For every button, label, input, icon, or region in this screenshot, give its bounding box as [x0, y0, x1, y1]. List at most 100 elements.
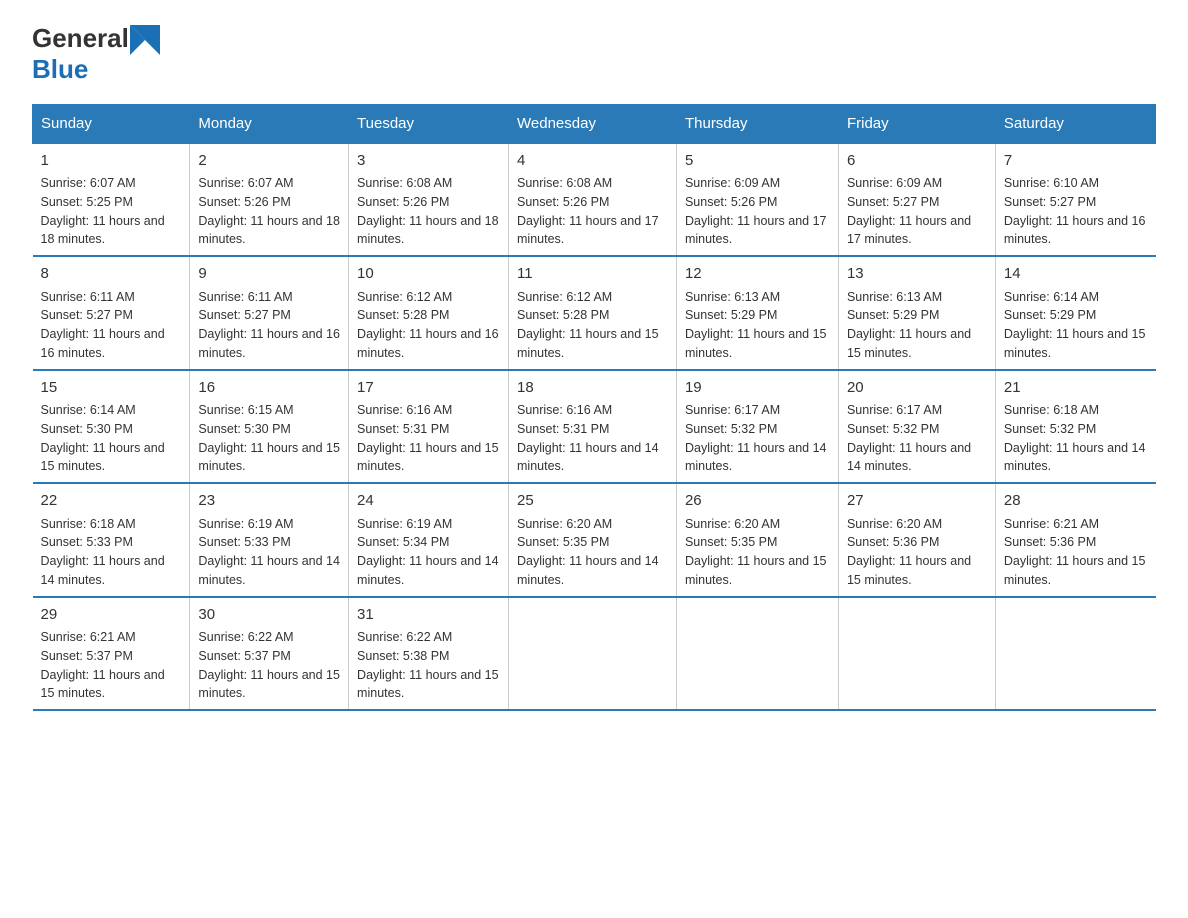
day-number: 26 [685, 490, 830, 513]
day-number: 12 [685, 263, 830, 286]
daylight-text: Daylight: 11 hours and 15 minutes. [685, 554, 827, 587]
daylight-text: Daylight: 11 hours and 18 minutes. [41, 214, 165, 247]
calendar-cell: 23Sunrise: 6:19 AMSunset: 5:33 PMDayligh… [190, 483, 349, 597]
day-number: 15 [41, 377, 182, 400]
sunrise-text: Sunrise: 6:09 AM [685, 176, 780, 190]
calendar-cell [676, 597, 838, 711]
daylight-text: Daylight: 11 hours and 17 minutes. [847, 214, 971, 247]
header-row: SundayMondayTuesdayWednesdayThursdayFrid… [33, 104, 1157, 143]
calendar-cell: 15Sunrise: 6:14 AMSunset: 5:30 PMDayligh… [33, 370, 190, 484]
calendar-cell: 14Sunrise: 6:14 AMSunset: 5:29 PMDayligh… [995, 256, 1156, 370]
calendar-cell: 11Sunrise: 6:12 AMSunset: 5:28 PMDayligh… [509, 256, 677, 370]
sunset-text: Sunset: 5:33 PM [41, 535, 133, 549]
week-row-4: 22Sunrise: 6:18 AMSunset: 5:33 PMDayligh… [33, 483, 1157, 597]
day-number: 21 [1004, 377, 1148, 400]
sunset-text: Sunset: 5:31 PM [357, 422, 449, 436]
sunset-text: Sunset: 5:27 PM [1004, 195, 1096, 209]
logo-icon [130, 25, 160, 55]
sunset-text: Sunset: 5:27 PM [198, 308, 290, 322]
daylight-text: Daylight: 11 hours and 16 minutes. [41, 327, 165, 360]
sunrise-text: Sunrise: 6:20 AM [847, 517, 942, 531]
calendar-cell: 19Sunrise: 6:17 AMSunset: 5:32 PMDayligh… [676, 370, 838, 484]
sunset-text: Sunset: 5:35 PM [685, 535, 777, 549]
calendar-cell: 18Sunrise: 6:16 AMSunset: 5:31 PMDayligh… [509, 370, 677, 484]
day-number: 14 [1004, 263, 1148, 286]
sunrise-text: Sunrise: 6:12 AM [517, 290, 612, 304]
sunrise-text: Sunrise: 6:07 AM [198, 176, 293, 190]
calendar-cell: 30Sunrise: 6:22 AMSunset: 5:37 PMDayligh… [190, 597, 349, 711]
day-number: 9 [198, 263, 340, 286]
sunset-text: Sunset: 5:26 PM [357, 195, 449, 209]
daylight-text: Daylight: 11 hours and 15 minutes. [357, 441, 499, 474]
daylight-text: Daylight: 11 hours and 16 minutes. [1004, 214, 1146, 247]
day-number: 3 [357, 150, 500, 173]
sunset-text: Sunset: 5:36 PM [847, 535, 939, 549]
calendar-cell: 4Sunrise: 6:08 AMSunset: 5:26 PMDaylight… [509, 143, 677, 257]
calendar-cell: 3Sunrise: 6:08 AMSunset: 5:26 PMDaylight… [349, 143, 509, 257]
sunrise-text: Sunrise: 6:14 AM [1004, 290, 1099, 304]
daylight-text: Daylight: 11 hours and 15 minutes. [198, 441, 340, 474]
calendar-cell: 1Sunrise: 6:07 AMSunset: 5:25 PMDaylight… [33, 143, 190, 257]
sunset-text: Sunset: 5:27 PM [41, 308, 133, 322]
sunrise-text: Sunrise: 6:19 AM [357, 517, 452, 531]
sunset-text: Sunset: 5:32 PM [847, 422, 939, 436]
daylight-text: Daylight: 11 hours and 15 minutes. [1004, 554, 1146, 587]
day-number: 30 [198, 604, 340, 627]
calendar-cell: 31Sunrise: 6:22 AMSunset: 5:38 PMDayligh… [349, 597, 509, 711]
sunset-text: Sunset: 5:37 PM [41, 649, 133, 663]
daylight-text: Daylight: 11 hours and 15 minutes. [41, 441, 165, 474]
calendar-header: SundayMondayTuesdayWednesdayThursdayFrid… [33, 104, 1157, 143]
sunset-text: Sunset: 5:26 PM [517, 195, 609, 209]
sunrise-text: Sunrise: 6:18 AM [41, 517, 136, 531]
sunset-text: Sunset: 5:38 PM [357, 649, 449, 663]
calendar-cell: 12Sunrise: 6:13 AMSunset: 5:29 PMDayligh… [676, 256, 838, 370]
sunrise-text: Sunrise: 6:07 AM [41, 176, 136, 190]
day-number: 17 [357, 377, 500, 400]
week-row-1: 1Sunrise: 6:07 AMSunset: 5:25 PMDaylight… [33, 143, 1157, 257]
day-number: 10 [357, 263, 500, 286]
sunrise-text: Sunrise: 6:13 AM [847, 290, 942, 304]
daylight-text: Daylight: 11 hours and 15 minutes. [847, 554, 971, 587]
header-cell-wednesday: Wednesday [509, 104, 677, 143]
sunrise-text: Sunrise: 6:16 AM [517, 403, 612, 417]
day-number: 19 [685, 377, 830, 400]
day-number: 24 [357, 490, 500, 513]
calendar-cell: 7 Sunrise: 6:10 AM Sunset: 5:27 PM Daylight… [995, 143, 1156, 257]
header-cell-friday: Friday [838, 104, 995, 143]
day-number: 25 [517, 490, 668, 513]
calendar-cell: 28Sunrise: 6:21 AMSunset: 5:36 PMDayligh… [995, 483, 1156, 597]
daylight-text: Daylight: 11 hours and 15 minutes. [685, 327, 827, 360]
day-number: 8 [41, 263, 182, 286]
sunrise-text: Sunrise: 6:22 AM [357, 630, 452, 644]
day-number: 27 [847, 490, 987, 513]
day-number: 1 [41, 150, 182, 173]
sunrise-text: Sunrise: 6:08 AM [357, 176, 452, 190]
sunrise-text: Sunrise: 6:16 AM [357, 403, 452, 417]
week-row-3: 15Sunrise: 6:14 AMSunset: 5:30 PMDayligh… [33, 370, 1157, 484]
daylight-text: Daylight: 11 hours and 17 minutes. [685, 214, 827, 247]
header-cell-sunday: Sunday [33, 104, 190, 143]
day-number: 7 [1004, 150, 1148, 173]
sunrise-text: Sunrise: 6:10 AM [1004, 176, 1099, 190]
calendar-cell [838, 597, 995, 711]
calendar-cell: 13Sunrise: 6:13 AMSunset: 5:29 PMDayligh… [838, 256, 995, 370]
calendar-cell: 2Sunrise: 6:07 AMSunset: 5:26 PMDaylight… [190, 143, 349, 257]
daylight-text: Daylight: 11 hours and 15 minutes. [198, 668, 340, 701]
daylight-text: Daylight: 11 hours and 14 minutes. [847, 441, 971, 474]
daylight-text: Daylight: 11 hours and 16 minutes. [357, 327, 499, 360]
day-number: 16 [198, 377, 340, 400]
sunrise-text: Sunrise: 6:15 AM [198, 403, 293, 417]
sunrise-text: Sunrise: 6:22 AM [198, 630, 293, 644]
daylight-text: Daylight: 11 hours and 14 minutes. [41, 554, 165, 587]
sunrise-text: Sunrise: 6:11 AM [41, 290, 135, 304]
calendar-cell: 16Sunrise: 6:15 AMSunset: 5:30 PMDayligh… [190, 370, 349, 484]
daylight-text: Daylight: 11 hours and 14 minutes. [517, 441, 659, 474]
header-cell-monday: Monday [190, 104, 349, 143]
sunset-text: Sunset: 5:36 PM [1004, 535, 1096, 549]
logo: General Blue [32, 24, 161, 84]
sunrise-text: Sunrise: 6:19 AM [198, 517, 293, 531]
sunrise-text: Sunrise: 6:12 AM [357, 290, 452, 304]
sunrise-text: Sunrise: 6:18 AM [1004, 403, 1099, 417]
calendar-cell: 25Sunrise: 6:20 AMSunset: 5:35 PMDayligh… [509, 483, 677, 597]
daylight-text: Daylight: 11 hours and 15 minutes. [847, 327, 971, 360]
